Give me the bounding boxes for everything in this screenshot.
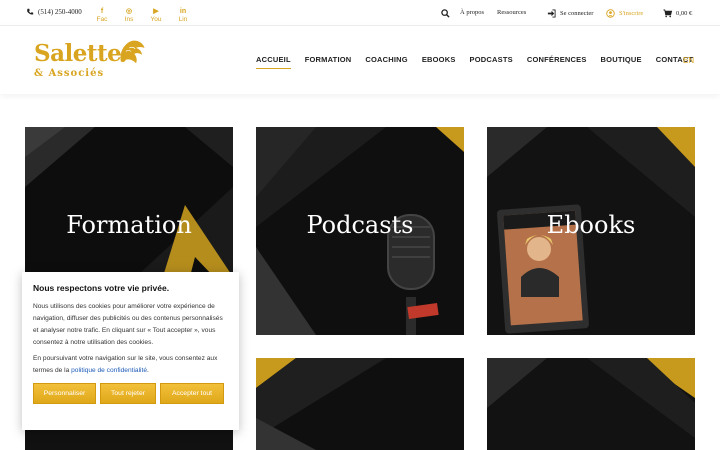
- ressources-link[interactable]: Ressources: [497, 9, 526, 16]
- nav-conferences[interactable]: CONFÉRENCES: [527, 55, 587, 64]
- instagram-link[interactable]: ◎ Ins: [121, 8, 137, 24]
- nav-accueil[interactable]: ACCUEIL: [256, 55, 291, 69]
- login-label: Se connecter: [560, 10, 594, 17]
- user-icon: [606, 9, 615, 18]
- nav-coaching[interactable]: COACHING: [365, 55, 407, 64]
- cart-button[interactable]: 0,00 €: [663, 9, 692, 18]
- accept-all-button[interactable]: Accepter tout: [160, 383, 224, 404]
- customize-button[interactable]: Personnaliser: [33, 383, 96, 404]
- cart-total: 0,00 €: [676, 10, 693, 17]
- linkedin-icon: in: [179, 8, 187, 15]
- phone-icon: [27, 8, 34, 15]
- signup-link[interactable]: S'inscrire: [606, 9, 643, 18]
- main-header: Salette & Associés ACCUEIL FORMATION COA…: [0, 26, 720, 94]
- search-button[interactable]: [441, 9, 450, 18]
- cookie-title: Nous respectons votre vie privée.: [33, 283, 170, 293]
- cookie-buttons: Personnaliser Tout rejeter Accepter tout: [33, 383, 229, 404]
- linkedin-link[interactable]: in Lin: [175, 8, 191, 24]
- login-link[interactable]: Se connecter: [547, 9, 593, 18]
- main-nav: ACCUEIL FORMATION COACHING EBOOKS PODCAS…: [256, 55, 707, 69]
- cookie-policy-text: En poursuivant votre navigation sur le s…: [33, 353, 229, 377]
- cart-icon: [663, 9, 672, 18]
- login-icon: [547, 9, 556, 18]
- cookie-consent-banner: Nous respectons votre vie privée. Nous u…: [22, 272, 239, 430]
- apropos-link[interactable]: À propos: [460, 9, 484, 16]
- cookie-description: Nous utilisons des cookies pour améliore…: [33, 303, 223, 346]
- podcasts-title: Podcasts: [306, 211, 414, 239]
- logo-subtitle: & Associés: [34, 68, 105, 79]
- facebook-icon: f: [100, 8, 104, 15]
- cookie-policy-suffix: .: [147, 367, 149, 374]
- tile-row2-3[interactable]: [487, 358, 695, 450]
- site-logo[interactable]: Salette & Associés: [34, 40, 154, 86]
- instagram-label: Ins: [124, 16, 134, 23]
- phone-number[interactable]: (514) 250-4000: [26, 8, 82, 16]
- privacy-policy-link[interactable]: politique de confidentialité: [71, 367, 147, 374]
- language-switch[interactable]: EN: [683, 56, 694, 65]
- youtube-label: You: [150, 16, 162, 23]
- instagram-icon: ◎: [125, 8, 133, 15]
- nav-boutique[interactable]: BOUTIQUE: [601, 55, 642, 64]
- tile-background: [487, 358, 695, 450]
- podcasts-tile[interactable]: Podcasts: [256, 127, 464, 335]
- facebook-label: Fac: [96, 16, 108, 23]
- nav-formation[interactable]: FORMATION: [305, 55, 352, 64]
- nav-podcasts[interactable]: PODCASTS: [470, 55, 513, 64]
- ebooks-title: Ebooks: [546, 211, 636, 239]
- logo-wordmark: Salette: [34, 40, 122, 67]
- reject-all-button[interactable]: Tout rejeter: [100, 383, 156, 404]
- formation-title: Formation: [66, 211, 192, 239]
- tile-background: [256, 358, 464, 450]
- apropos-label: À propos: [460, 9, 485, 16]
- ressources-label: Ressources: [497, 9, 527, 16]
- search-icon: [441, 9, 450, 18]
- youtube-icon: ▶: [153, 8, 159, 15]
- top-bar: (514) 250-4000 f Fac ◎ Ins ▶ You in Lin …: [0, 0, 720, 26]
- signup-label: S'inscrire: [619, 10, 644, 17]
- lion-logo-icon: [120, 40, 145, 64]
- tile-row2-2[interactable]: [256, 358, 464, 450]
- linkedin-label: Lin: [178, 16, 188, 23]
- facebook-link[interactable]: f Fac: [94, 8, 110, 24]
- youtube-link[interactable]: ▶ You: [148, 8, 164, 24]
- phone-text: (514) 250-4000: [38, 8, 82, 16]
- ebooks-tile[interactable]: Ebooks: [487, 127, 695, 335]
- nav-ebooks[interactable]: EBOOKS: [422, 55, 456, 64]
